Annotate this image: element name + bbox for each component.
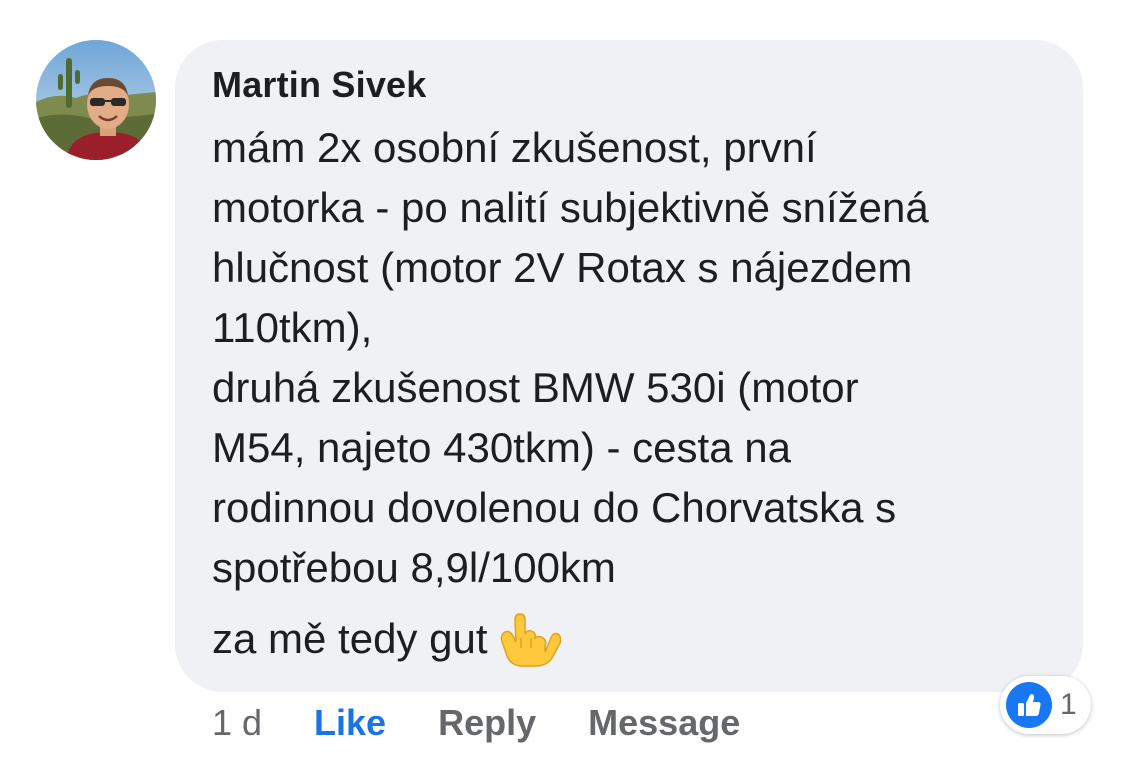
comment-line: hlučnost (motor 2V Rotax s nájezdem [212,244,913,291]
reply-button[interactable]: Reply [438,702,536,744]
comment-closing-line: za mě tedy gut [212,609,1072,672]
avatar[interactable] [36,40,156,160]
reaction-summary[interactable]: 1 [1000,676,1091,734]
thumbs-up-icon [1006,682,1052,728]
comment-line: motorka - po nalití subjektivně snížená [212,184,929,231]
call-me-hand-emoji-icon [499,608,562,668]
comment-line: mám 2x osobní zkušenost, první [212,124,817,171]
comment-actions: 1 d Like Reply Message [212,700,792,746]
reaction-count: 1 [1060,688,1077,721]
comment-line: M54, najeto 430tkm) - cesta na [212,424,791,471]
comment-timestamp[interactable]: 1 d [212,702,262,744]
comment-author[interactable]: Martin Sivek [212,64,426,106]
like-button[interactable]: Like [314,702,386,744]
comment-line: spotřebou 8,9l/100km [212,544,616,591]
comment-line: druhá zkušenost BMW 530i (motor [212,364,859,411]
comment-body: mám 2x osobní zkušenost, první motorka -… [212,118,1072,672]
comment-line: rodinnou dovolenou do Chorvatska s [212,484,897,531]
comment-closing-text: za mě tedy gut [212,615,488,662]
message-button[interactable]: Message [588,702,740,744]
comment-line: 110tkm), [212,304,373,351]
